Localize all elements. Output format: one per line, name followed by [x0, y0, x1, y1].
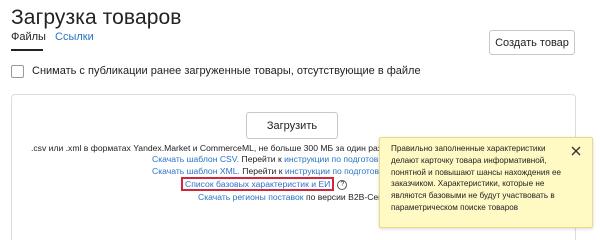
regions-line: Скачать регионы поставок по версии B2B-C… — [198, 192, 383, 202]
csv-template-line: Скачать шаблон CSV. Перейти к инструкции… — [152, 154, 387, 164]
page-title: Загрузка товаров — [11, 6, 182, 29]
base-characteristics-link[interactable]: Список базовых характеристик и ЕИ — [181, 177, 335, 191]
base-characteristics-line: Список базовых характеристик и ЕИ? — [181, 177, 348, 191]
download-xml-template-link[interactable]: Скачать шаблон XML. — [152, 166, 240, 176]
unpublish-checkbox[interactable] — [11, 64, 24, 78]
tab-links[interactable]: Ссылки — [55, 31, 94, 43]
help-icon[interactable]: ? — [337, 179, 348, 190]
download-csv-template-link[interactable]: Скачать шаблон CSV. — [152, 154, 239, 164]
unpublish-option: Снимать с публикации ранее загруженные т… — [11, 63, 421, 79]
upload-button[interactable]: Загрузить — [246, 112, 338, 139]
xml-template-line: Скачать шаблон XML. Перейти к инструкции… — [152, 166, 388, 176]
xml-go-to-text: Перейти к — [242, 166, 283, 176]
regions-suffix-text: по версии B2B-Cen — [305, 192, 383, 202]
download-regions-link[interactable]: Скачать регионы поставок — [198, 192, 304, 202]
xml-instruction-link[interactable]: инструкции по подготовке — [285, 166, 388, 176]
create-product-button[interactable]: Создать товар — [489, 30, 575, 55]
unpublish-checkbox-label[interactable]: Снимать с публикации ранее загруженные т… — [32, 65, 421, 77]
csv-instruction-link[interactable]: инструкции по подготовке — [284, 154, 387, 164]
tooltip-text: Правильно заполненные характеристики дел… — [391, 144, 561, 212]
close-icon[interactable] — [570, 145, 582, 157]
tab-files[interactable]: Файлы — [11, 31, 46, 43]
csv-go-to-text: Перейти к — [241, 154, 282, 164]
characteristics-tooltip: Правильно заполненные характеристики дел… — [379, 137, 593, 228]
file-format-info: .csv или .xml в форматах Yandex.Market и… — [31, 143, 384, 153]
active-tab-indicator — [11, 49, 43, 51]
